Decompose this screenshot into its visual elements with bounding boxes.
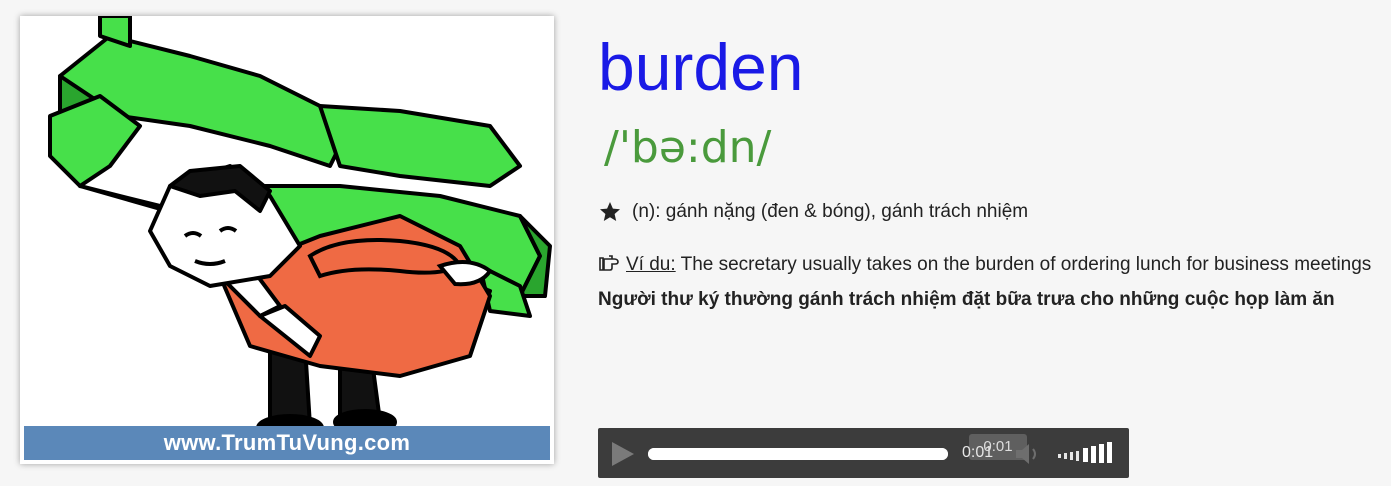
example-translation: Người thư ký thường gánh trách nhiệm đặt… xyxy=(598,289,1335,310)
example-block: Ví du: The secretary usually takes on th… xyxy=(598,250,1378,316)
audio-player: 0:01 0:01 xyxy=(598,428,1129,478)
example-text: The secretary usually takes on the burde… xyxy=(675,254,1372,275)
man-carrying-dollar-illustration xyxy=(48,16,552,442)
vocabulary-card: www.TrumTuVung.com burden /'bə:dn/ (n): … xyxy=(0,0,1391,486)
current-time: 0:01 xyxy=(962,444,994,461)
play-icon[interactable] xyxy=(608,440,636,468)
word-illustration: www.TrumTuVung.com xyxy=(20,16,554,464)
vocabulary-word: burden xyxy=(598,30,804,104)
meaning-row: (n): gánh nặng (đen & bóng), gánh trách … xyxy=(598,198,1028,226)
site-url-banner: www.TrumTuVung.com xyxy=(24,426,550,460)
star-icon xyxy=(600,202,620,221)
phonetic-transcription: /'bə:dn/ xyxy=(604,122,772,173)
example-label: Ví du: xyxy=(626,254,676,275)
volume-bars-icon[interactable] xyxy=(1056,440,1118,466)
pointing-hand-icon xyxy=(599,255,619,271)
speaker-icon[interactable] xyxy=(1014,441,1044,467)
meaning-text: (n): gánh nặng (đen & bóng), gánh trách … xyxy=(632,201,1029,222)
example-sentence: Ví du: The secretary usually takes on th… xyxy=(598,250,1378,280)
audio-progress-fill xyxy=(648,448,948,460)
audio-progress-bar[interactable]: 0:01 xyxy=(648,434,1027,460)
